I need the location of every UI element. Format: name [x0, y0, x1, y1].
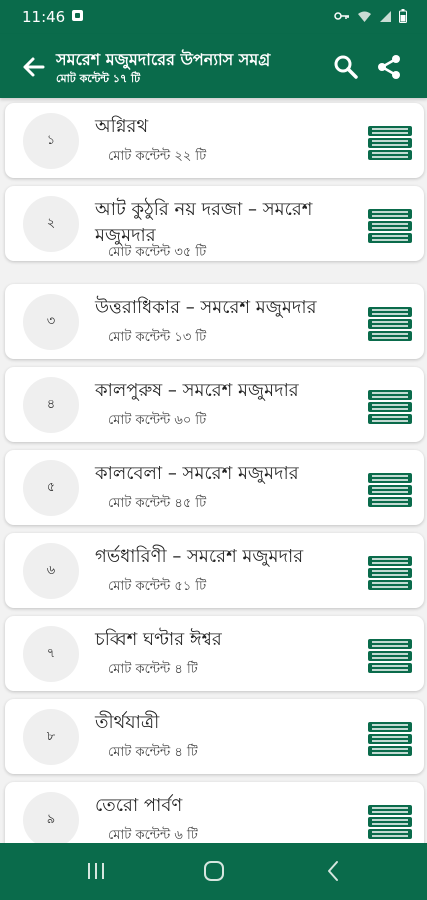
- list-item[interactable]: ২ আট কুঠুরি নয় দরজা – সমরেশ মজুমদার মোট…: [5, 186, 424, 261]
- item-title: চব্বিশ ঘণ্টার ঈশ্বর: [95, 629, 222, 650]
- signal-icon: [380, 10, 391, 22]
- search-icon[interactable]: [332, 53, 360, 81]
- books-stack-icon: [368, 307, 412, 341]
- item-title: কালপুরুষ – সমরেশ মজুমদার: [95, 380, 299, 401]
- home-icon[interactable]: [202, 859, 226, 883]
- page-subtitle: মোট কন্টেন্ট ১৭ টি: [56, 72, 141, 85]
- item-count: মোট কন্টেন্ট ৪ টি: [108, 745, 198, 760]
- back-arrow-icon[interactable]: [18, 52, 48, 82]
- novel-list: ১ অগ্নিরথ মোট কন্টেন্ট ২২ টি ২ আট কুঠুরি…: [0, 98, 427, 843]
- item-number: ১: [23, 113, 79, 169]
- item-number: ৩: [23, 294, 79, 350]
- battery-icon: [399, 9, 407, 23]
- list-item[interactable]: ৫ কালবেলা – সমরেশ মজুমদার মোট কন্টেন্ট ৪…: [5, 450, 424, 525]
- books-stack-icon: [368, 390, 412, 424]
- list-item[interactable]: ৯ তেরো পার্বণ মোট কন্টেন্ট ৬ টি: [5, 782, 424, 843]
- item-count: মোট কন্টেন্ট ৬০ টি: [108, 413, 207, 428]
- books-stack-icon: [368, 473, 412, 507]
- books-stack-icon: [368, 639, 412, 673]
- item-title: অগ্নিরথ: [95, 116, 149, 137]
- list-item[interactable]: ৮ তীর্থযাত্রী মোট কন্টেন্ট ৪ টি: [5, 699, 424, 774]
- item-count: মোট কন্টেন্ট ৩৫ টি: [108, 245, 207, 260]
- books-stack-icon: [368, 126, 412, 160]
- share-icon[interactable]: [374, 52, 404, 82]
- item-count: মোট কন্টেন্ট ৫১ টি: [108, 579, 207, 594]
- list-item[interactable]: ১ অগ্নিরথ মোট কন্টেন্ট ২২ টি: [5, 103, 424, 178]
- notification-app-icon: [72, 10, 83, 21]
- item-title: আট কুঠুরি নয় দরজা – সমরেশ মজুমদার: [95, 199, 313, 246]
- item-title: উত্তরাধিকার – সমরেশ মজুমদার: [95, 297, 317, 318]
- wifi-icon: [358, 11, 371, 22]
- item-number: ২: [23, 196, 79, 252]
- item-number: ৮: [23, 709, 79, 765]
- list-item[interactable]: ৪ কালপুরুষ – সমরেশ মজুমদার মোট কন্টেন্ট …: [5, 367, 424, 442]
- item-number: ৪: [23, 377, 79, 433]
- item-count: মোট কন্টেন্ট ৬ টি: [108, 828, 198, 843]
- status-bar: 11:46: [0, 0, 427, 34]
- books-stack-icon: [368, 556, 412, 590]
- item-title: তেরো পার্বণ: [95, 795, 183, 816]
- item-count: মোট কন্টেন্ট ২২ টি: [108, 149, 207, 164]
- books-stack-icon: [368, 209, 412, 243]
- item-title: কালবেলা – সমরেশ মজুমদার: [95, 463, 299, 484]
- books-stack-icon: [368, 722, 412, 756]
- item-number: ৬: [23, 543, 79, 599]
- list-item[interactable]: ৬ গর্ভধারিণী – সমরেশ মজুমদার মোট কন্টেন্…: [5, 533, 424, 608]
- system-icons: [334, 9, 407, 23]
- status-time: 11:46: [22, 8, 66, 26]
- item-number: ৫: [23, 460, 79, 516]
- item-count: মোট কন্টেন্ট ৪৫ টি: [108, 496, 207, 511]
- item-number: ৭: [23, 626, 79, 682]
- books-stack-icon: [368, 805, 412, 839]
- item-number: ৯: [23, 792, 79, 843]
- item-title: গর্ভধারিণী – সমরেশ মজুমদার: [95, 546, 304, 567]
- item-count: মোট কন্টেন্ট ১৩ টি: [108, 330, 207, 345]
- list-item[interactable]: ৭ চব্বিশ ঘণ্টার ঈশ্বর মোট কন্টেন্ট ৪ টি: [5, 616, 424, 691]
- system-nav-bar: [0, 843, 427, 900]
- item-count: মোট কন্টেন্ট ৪ টি: [108, 662, 198, 677]
- recents-icon[interactable]: [84, 859, 108, 883]
- app-bar: সমরেশ মজুমদারের উপন্যাস সমগ্র মোট কন্টেন…: [0, 34, 427, 98]
- list-item[interactable]: ৩ উত্তরাধিকার – সমরেশ মজুমদার মোট কন্টেন…: [5, 284, 424, 359]
- key-icon: [334, 12, 349, 20]
- item-title: তীর্থযাত্রী: [95, 712, 160, 733]
- back-icon[interactable]: [322, 859, 346, 883]
